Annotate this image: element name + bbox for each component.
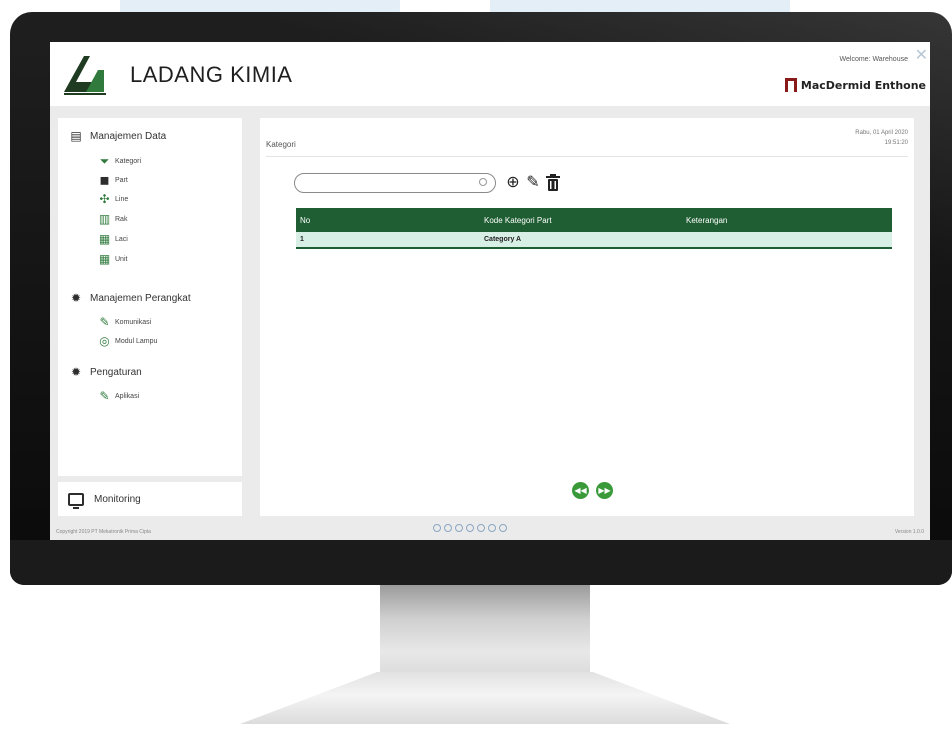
monitor-stand-neck	[380, 585, 590, 680]
sidebar-section-manajemen-data[interactable]: ▤ Manajemen Data	[70, 130, 166, 142]
sidebar-item-unit[interactable]: ▦ Unit	[98, 252, 128, 266]
sidebar-item-label: Komunikasi	[115, 319, 152, 326]
cell-no: 1	[300, 236, 304, 243]
next-page-button[interactable]: ▶▶	[596, 482, 613, 499]
main-panel: Kategori Rabu, 01 April 2020 19:51:20 ⊕ …	[260, 118, 914, 516]
previous-page-button[interactable]: ◀◀	[572, 482, 589, 499]
sidebar-item-modul-lampu[interactable]: ◎ Modul Lampu	[98, 335, 157, 348]
lamp-module-icon: ◎	[99, 334, 110, 348]
gear-icon: ✹	[70, 365, 82, 379]
cube-icon: ◼	[99, 173, 110, 187]
sidebar-item-komunikasi[interactable]: ✎ Komunikasi	[98, 316, 151, 329]
feather-icon: ✎	[99, 389, 110, 403]
sidebar-item-rak[interactable]: ▥ Rak	[98, 212, 128, 226]
sidebar-section-label: Manajemen Data	[90, 130, 167, 142]
brand-mark-icon	[784, 78, 797, 92]
app-window: LADANG KIMIA Welcome: Warehouse ✕ MacDer…	[50, 42, 930, 540]
taskbar-icon[interactable]	[477, 524, 485, 532]
sidebar-item-kategori[interactable]: ⏷ Kategori	[98, 155, 141, 168]
network-icon: ✣	[99, 192, 110, 206]
version-text: Version 1.0.0	[894, 529, 924, 535]
taskbar-icon[interactable]	[466, 524, 474, 532]
pencil-icon: ✎	[526, 174, 540, 191]
trash-icon	[546, 174, 560, 191]
datetime: Rabu, 01 April 2020 19:51:20	[855, 128, 908, 148]
database-icon: ▤	[70, 129, 82, 143]
sidebar-item-label: Laci	[115, 236, 128, 243]
sidebar-item-label: Unit	[115, 256, 128, 263]
brand-name: MacDermid Enthone	[800, 78, 926, 92]
sidebar-item-label: Modul Lampu	[115, 338, 158, 345]
sidebar-item-part[interactable]: ◼ Part	[98, 174, 128, 187]
drawer-icon: ▦	[98, 232, 111, 246]
sidebar-item-aplikasi[interactable]: ✎ Aplikasi	[98, 390, 139, 403]
column-header-keterangan[interactable]: Keterangan	[686, 216, 892, 225]
monitoring-label: Monitoring	[94, 493, 141, 505]
divider	[266, 156, 908, 157]
gear-icon: ✹	[70, 291, 82, 305]
sidebar-item-label: Aplikasi	[115, 393, 140, 400]
sidebar-item-label: Line	[115, 196, 129, 203]
taskbar-icon[interactable]	[433, 524, 441, 532]
table-header: No Kode Kategori Part Keterangan	[296, 208, 892, 232]
sidebar-item-laci[interactable]: ▦ Laci	[98, 233, 128, 246]
sidebar-section-label: Pengaturan	[90, 366, 142, 378]
sidebar-section-pengaturan[interactable]: ✹ Pengaturan	[70, 366, 142, 378]
filter-icon: ⏷	[99, 154, 110, 168]
monitor-stand-foot	[240, 672, 730, 724]
monitor-chin	[10, 540, 952, 585]
taskbar-icon[interactable]	[455, 524, 463, 532]
taskbar-icons	[433, 524, 507, 532]
time-text: 19:51:20	[884, 140, 908, 146]
welcome-text: Welcome: Warehouse	[839, 56, 908, 63]
delete-button[interactable]	[544, 174, 562, 192]
category-table: No Kode Kategori Part Keterangan 1 Categ…	[296, 208, 892, 249]
close-icon[interactable]: ✕	[915, 48, 928, 64]
column-header-kode-kategori[interactable]: Kode Kategori Part	[484, 216, 686, 225]
rewind-icon: ◀◀	[574, 486, 587, 495]
app-title: LADANG KIMIA	[130, 62, 293, 87]
search-icon[interactable]	[479, 178, 487, 186]
copyright-text: Copyright 2019 PT Mekatronik Prima Cipta	[56, 529, 151, 535]
logo-icon	[64, 56, 106, 95]
page-title: Kategori	[266, 140, 296, 149]
fast-forward-icon: ▶▶	[598, 486, 611, 495]
sidebar-item-label: Rak	[115, 216, 128, 223]
sidebar-item-label: Kategori	[115, 158, 142, 165]
table-row[interactable]: 1 Category A	[296, 232, 892, 249]
feather-icon: ✎	[99, 315, 110, 329]
sidebar-item-label: Part	[115, 177, 128, 184]
taskbar-icon[interactable]	[499, 524, 507, 532]
monitor-icon	[68, 492, 84, 509]
sidebar-section-label: Manajemen Perangkat	[90, 292, 191, 304]
rack-icon: ▥	[98, 212, 111, 226]
cell-kode-kategori: Category A	[484, 236, 522, 243]
column-header-no[interactable]: No	[296, 216, 484, 225]
sidebar: ▤ Manajemen Data ⏷ Kategori ◼ Part ✣ Lin…	[58, 118, 242, 476]
add-icon: ⊕	[506, 174, 520, 191]
add-button[interactable]: ⊕	[504, 174, 522, 192]
edit-button[interactable]: ✎	[524, 174, 542, 192]
date-text: Rabu, 01 April 2020	[855, 130, 908, 136]
unit-icon: ▦	[98, 252, 111, 266]
sidebar-section-manajemen-perangkat[interactable]: ✹ Manajemen Perangkat	[70, 292, 191, 304]
brand-logo: MacDermid Enthone	[784, 78, 926, 92]
app-header: LADANG KIMIA Welcome: Warehouse ✕ MacDer…	[50, 42, 930, 106]
sidebar-item-line[interactable]: ✣ Line	[98, 193, 128, 206]
taskbar-icon[interactable]	[444, 524, 452, 532]
monitoring-button[interactable]: Monitoring	[58, 482, 242, 516]
taskbar-icon[interactable]	[488, 524, 496, 532]
search-input[interactable]	[294, 173, 496, 193]
